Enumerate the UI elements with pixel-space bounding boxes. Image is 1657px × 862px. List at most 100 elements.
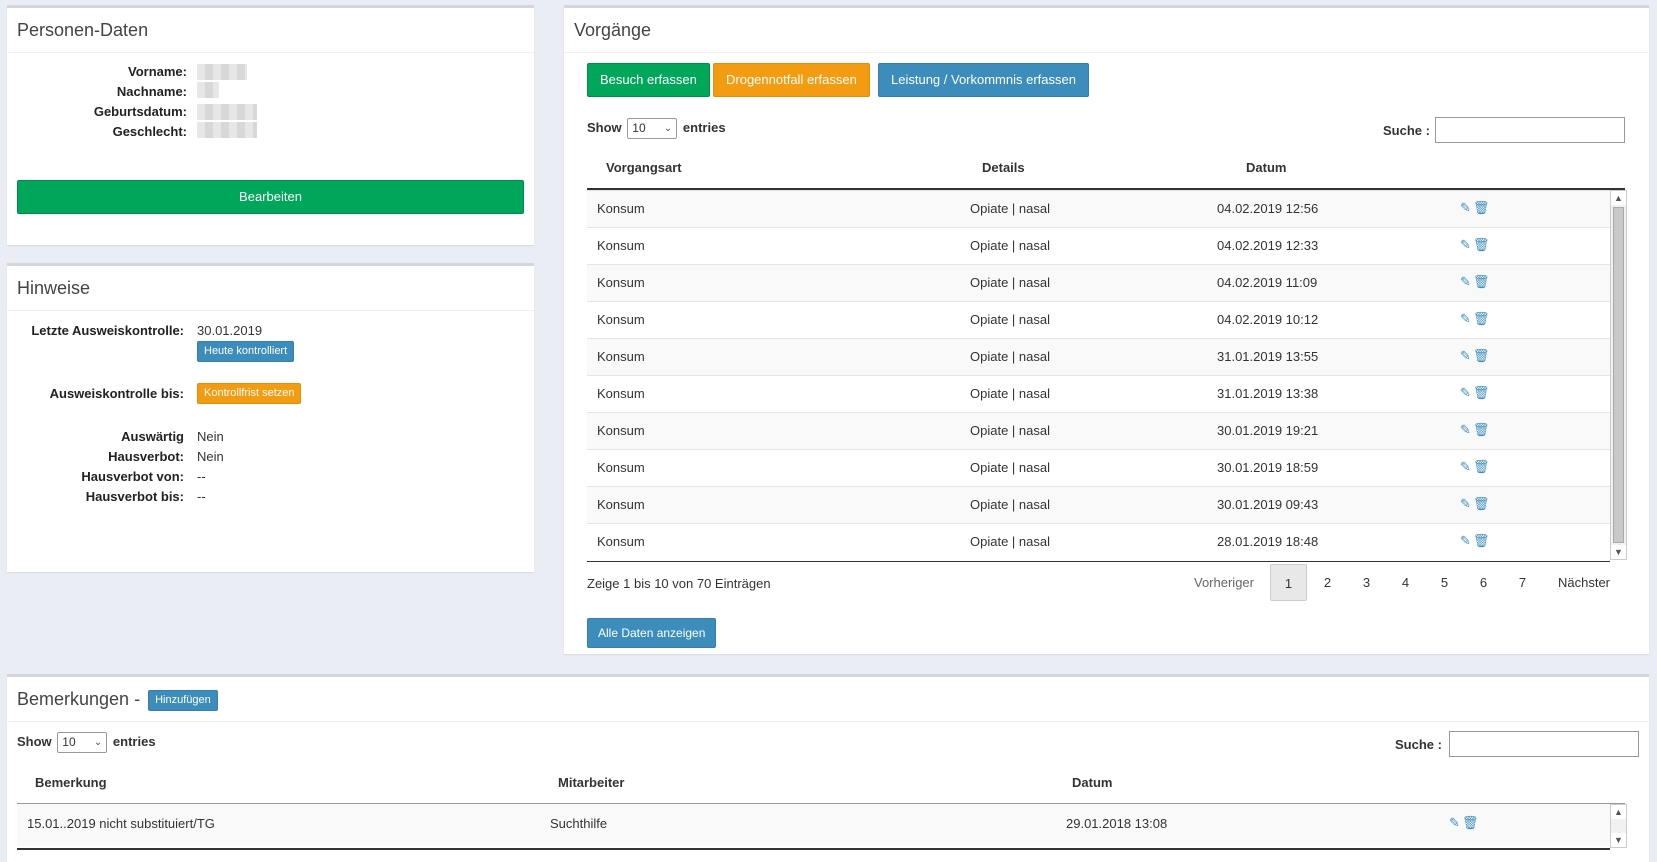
hinzufuegen-button[interactable]: Hinzufügen (148, 690, 218, 711)
vorgangsart-cell: Konsum (597, 275, 645, 290)
trash-icon[interactable]: 🗑 (1462, 815, 1479, 831)
trash-icon[interactable]: 🗑 (1473, 533, 1490, 549)
vorgaenge-table-info: Zeige 1 bis 10 von 70 Einträgen (587, 576, 771, 591)
table-row: Konsum Opiate | nasal 28.01.2019 18:48 ✎ 🗑 (587, 523, 1610, 560)
col-details[interactable]: Details (982, 160, 1025, 175)
pencil-icon[interactable]: ✎ (1460, 385, 1471, 401)
row-actions: ✎ 🗑 (1460, 496, 1491, 512)
trash-icon[interactable]: 🗑 (1473, 459, 1490, 475)
vorgangsart-cell: Konsum (597, 460, 645, 475)
leistung-vorkommnis-erfassen-button[interactable]: Leistung / Vorkommnis erfassen (878, 63, 1089, 97)
trash-icon[interactable]: 🗑 (1473, 385, 1490, 401)
heute-kontrolliert-button[interactable]: Heute kontrolliert (197, 341, 295, 362)
hinweise-panel: Hinweise Letzte Ausweiskontrolle: 30.01.… (7, 263, 534, 572)
details-cell: Opiate | nasal (970, 460, 1050, 475)
hausverbot-bis-label: Hausverbot bis: (85, 489, 184, 504)
table-row: Konsum Opiate | nasal 31.01.2019 13:55 ✎ 🗑 (587, 338, 1610, 375)
mitarbeiter-cell: Suchthilfe (550, 816, 608, 831)
pagination-prev[interactable]: Vorheriger (1184, 564, 1264, 601)
pagination-next[interactable]: Nächster (1548, 564, 1620, 601)
trash-icon[interactable]: 🗑 (1473, 311, 1490, 327)
vorgaenge-scrollbar[interactable]: ▲ ▼ (1610, 190, 1627, 560)
pencil-icon[interactable]: ✎ (1460, 348, 1471, 364)
scroll-down-icon[interactable]: ▼ (1611, 545, 1626, 559)
col-bemerkung[interactable]: Bemerkung (35, 775, 107, 790)
pencil-icon[interactable]: ✎ (1449, 815, 1460, 831)
pencil-icon[interactable]: ✎ (1460, 274, 1471, 290)
bearbeiten-button[interactable]: Bearbeiten (17, 180, 524, 214)
pencil-icon[interactable]: ✎ (1460, 496, 1471, 512)
datum-cell: 04.02.2019 12:56 (1217, 201, 1319, 216)
entries-select[interactable]: 10 ⌄ (627, 118, 678, 139)
col-mitarbeiter[interactable]: Mitarbeiter (558, 775, 624, 790)
scroll-up-icon[interactable]: ▲ (1611, 191, 1626, 205)
personen-daten-title: Personen-Daten (7, 8, 534, 53)
personen-daten-panel: Personen-Daten Vorname: Nachname: Geburt… (7, 5, 534, 245)
pencil-icon[interactable]: ✎ (1460, 237, 1471, 253)
col-datum[interactable]: Datum (1246, 160, 1286, 175)
entries-select-value: 10 (62, 735, 76, 749)
vorgangsart-cell: Konsum (597, 386, 645, 401)
pagination-page-3[interactable]: 3 (1348, 564, 1385, 601)
trash-icon[interactable]: 🗑 (1473, 496, 1490, 512)
auswaertig-value: Nein (197, 429, 224, 444)
table-row: Konsum Opiate | nasal 30.01.2019 19:21 ✎ 🗑 (587, 412, 1610, 449)
hausverbot-value: Nein (197, 449, 224, 464)
scroll-down-icon[interactable]: ▼ (1611, 833, 1626, 847)
details-cell: Opiate | nasal (970, 386, 1050, 401)
geschlecht-value-redacted (197, 122, 257, 138)
pagination-page-1[interactable]: 1 (1270, 564, 1307, 601)
hinweise-title: Hinweise (7, 266, 534, 311)
vorgangsart-cell: Konsum (597, 312, 645, 327)
bemerkungen-scrollbar[interactable]: ▲ ▼ (1610, 804, 1627, 848)
kontrollfrist-setzen-button[interactable]: Kontrollfrist setzen (197, 383, 302, 404)
trash-icon[interactable]: 🗑 (1473, 200, 1490, 216)
row-actions: ✎ 🗑 (1460, 200, 1491, 216)
pencil-icon[interactable]: ✎ (1460, 422, 1471, 438)
trash-icon[interactable]: 🗑 (1473, 422, 1490, 438)
details-cell: Opiate | nasal (970, 275, 1050, 290)
datum-cell: 29.01.2018 13:08 (1066, 816, 1168, 831)
trash-icon[interactable]: 🗑 (1473, 274, 1490, 290)
datum-cell: 04.02.2019 11:09 (1217, 275, 1318, 290)
hausverbot-label: Hausverbot: (108, 449, 184, 464)
scroll-up-icon[interactable]: ▲ (1611, 805, 1626, 819)
col-datum[interactable]: Datum (1072, 775, 1112, 790)
pencil-icon[interactable]: ✎ (1460, 200, 1471, 216)
drogennotfall-erfassen-button[interactable]: Drogennotfall erfassen (713, 63, 870, 97)
pagination-page-7[interactable]: 7 (1504, 564, 1541, 601)
details-cell: Opiate | nasal (970, 497, 1050, 512)
pencil-icon[interactable]: ✎ (1460, 533, 1471, 549)
pencil-icon[interactable]: ✎ (1460, 459, 1471, 475)
vorgaenge-search-input[interactable] (1435, 117, 1625, 143)
vorgangsart-cell: Konsum (597, 423, 645, 438)
row-actions: ✎ 🗑 (1460, 348, 1491, 364)
row-actions: ✎ 🗑 (1460, 237, 1491, 253)
trash-icon[interactable]: 🗑 (1473, 348, 1490, 364)
bemerkungen-search-input[interactable] (1449, 731, 1639, 757)
chevron-down-icon: ⌄ (93, 737, 103, 748)
bemerkungen-title: Bemerkungen - (17, 689, 141, 709)
chevron-down-icon: ⌄ (663, 123, 673, 134)
besuch-erfassen-button[interactable]: Besuch erfassen (587, 63, 710, 97)
entries-select[interactable]: 10 ⌄ (57, 732, 108, 753)
hausverbot-von-value: -- (197, 469, 206, 484)
col-vorgangsart[interactable]: Vorgangsart (606, 160, 682, 175)
trash-icon[interactable]: 🗑 (1473, 237, 1490, 253)
vorgangsart-cell: Konsum (597, 349, 645, 364)
nachname-label: Nachname: (116, 84, 187, 99)
pagination-page-2[interactable]: 2 (1309, 564, 1346, 601)
pagination-page-4[interactable]: 4 (1387, 564, 1424, 601)
entries-label: entries (112, 733, 156, 749)
alle-daten-anzeigen-button[interactable]: Alle Daten anzeigen (587, 618, 717, 648)
pagination-page-6[interactable]: 6 (1465, 564, 1502, 601)
details-cell: Opiate | nasal (970, 423, 1050, 438)
scroll-thumb[interactable] (1613, 207, 1624, 543)
vorgangsart-cell: Konsum (597, 238, 645, 253)
pagination-page-5[interactable]: 5 (1426, 564, 1463, 601)
datum-cell: 31.01.2019 13:38 (1217, 386, 1319, 401)
pencil-icon[interactable]: ✎ (1460, 311, 1471, 327)
row-actions: ✎ 🗑 (1460, 385, 1491, 401)
vorgaenge-length-control: Show 10 ⌄ entries (587, 118, 726, 139)
geburtsdatum-value-redacted (197, 104, 257, 120)
